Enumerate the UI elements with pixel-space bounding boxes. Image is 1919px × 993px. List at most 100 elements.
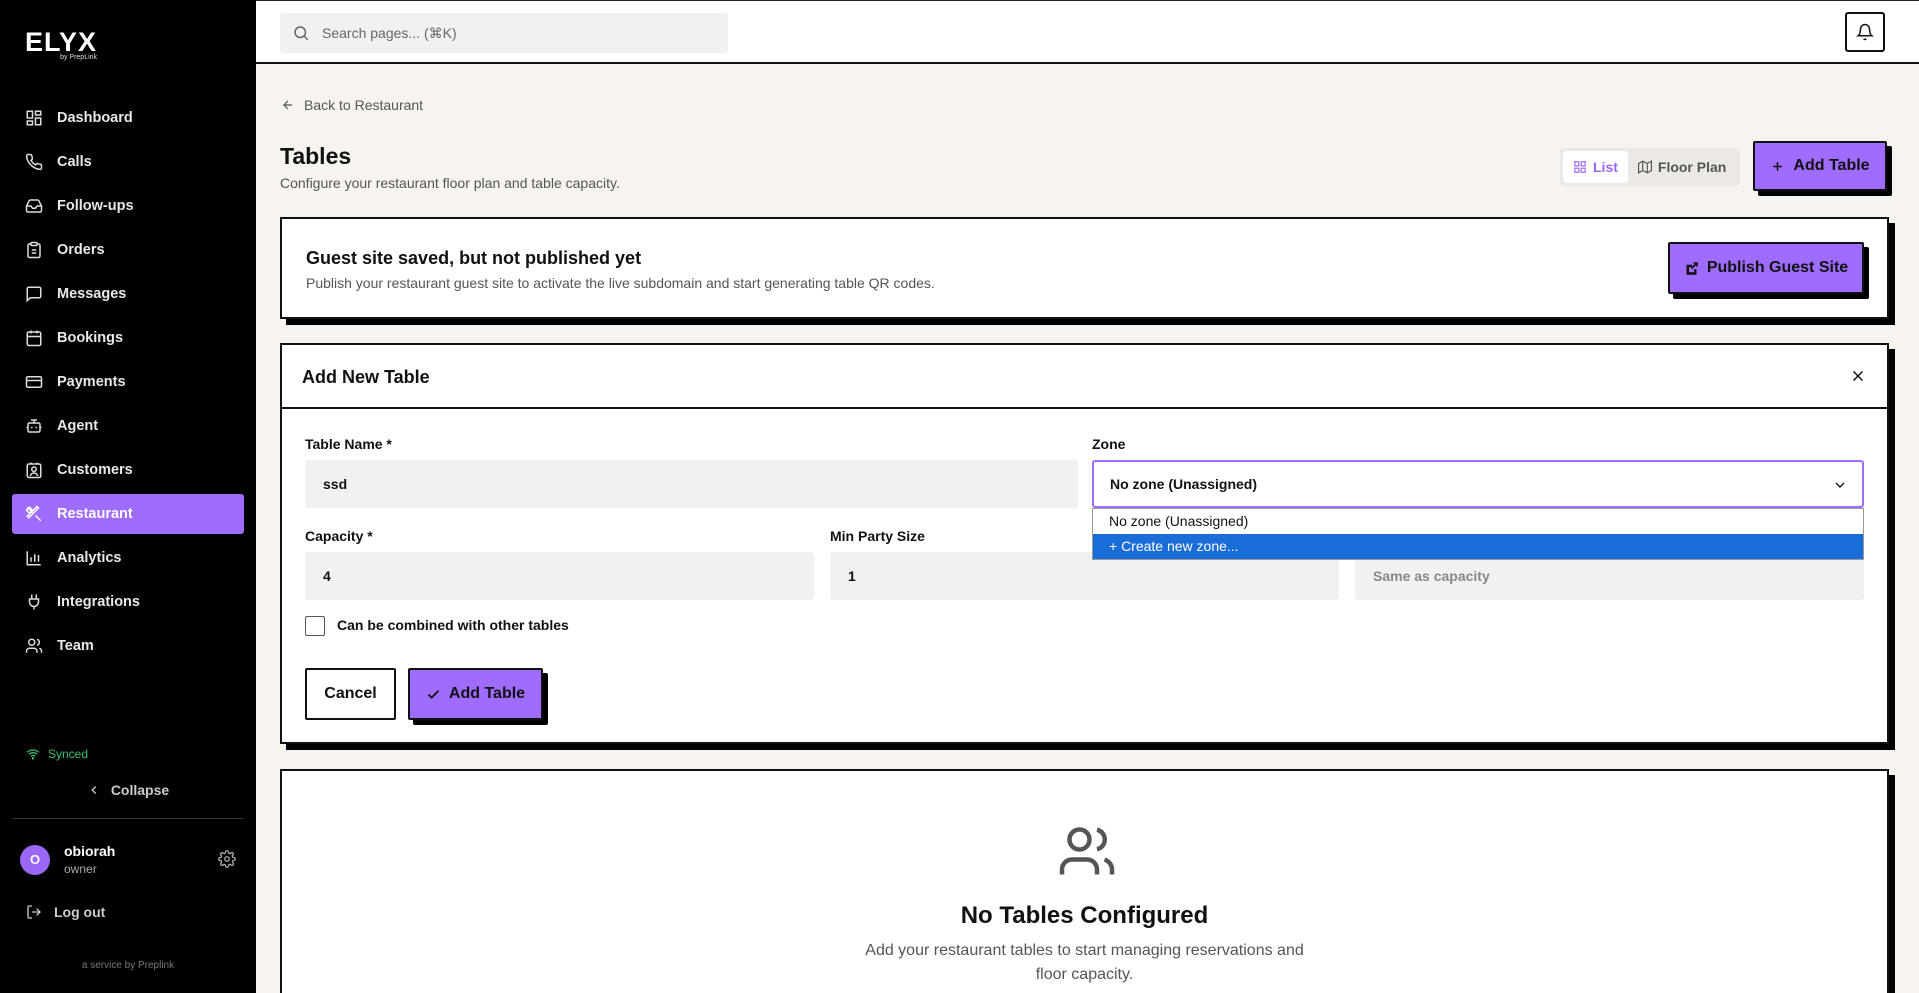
sidebar-nav: Dashboard Calls Follow-ups Orders Messag… bbox=[12, 98, 244, 670]
map-icon bbox=[1637, 160, 1652, 174]
external-link-icon bbox=[1684, 261, 1699, 276]
sidebar-item-label: Team bbox=[57, 638, 94, 654]
empty-state-card: No Tables Configured Add your restaurant… bbox=[280, 769, 1889, 993]
search-icon bbox=[292, 24, 310, 42]
utensils-icon bbox=[25, 505, 43, 523]
sidebar-item-label: Restaurant bbox=[57, 506, 133, 522]
sidebar-item-label: Analytics bbox=[57, 550, 122, 566]
collapse-label: Collapse bbox=[110, 782, 170, 798]
sidebar-item-customers[interactable]: Customers bbox=[12, 450, 244, 490]
logout-label: Log out bbox=[54, 904, 106, 920]
chevron-left-icon bbox=[87, 783, 101, 797]
sidebar-item-follow-ups[interactable]: Follow-ups bbox=[12, 186, 244, 226]
capacity-label: Capacity * bbox=[305, 528, 373, 544]
back-to-restaurant-link[interactable]: Back to Restaurant bbox=[281, 97, 423, 113]
sidebar-item-label: Follow-ups bbox=[57, 198, 134, 214]
publish-notice-card: Guest site saved, but not published yet … bbox=[280, 217, 1889, 319]
publish-guest-site-button[interactable]: Publish Guest Site bbox=[1668, 242, 1864, 294]
notifications-button[interactable] bbox=[1845, 12, 1885, 52]
sidebar-item-calls[interactable]: Calls bbox=[12, 142, 244, 182]
back-label: Back to Restaurant bbox=[304, 97, 424, 113]
search-input[interactable] bbox=[322, 25, 702, 41]
gear-icon[interactable] bbox=[218, 850, 236, 868]
sidebar-item-label: Dashboard bbox=[57, 110, 133, 126]
sync-status: Synced bbox=[26, 747, 88, 761]
sidebar-item-bookings[interactable]: Bookings bbox=[12, 318, 244, 358]
submit-add-table-button[interactable]: Add Table bbox=[408, 668, 543, 720]
sidebar-item-integrations[interactable]: Integrations bbox=[12, 582, 244, 622]
plus-icon bbox=[1770, 159, 1785, 174]
sidebar-item-orders[interactable]: Orders bbox=[12, 230, 244, 270]
zone-dropdown: No zone (Unassigned) + Create new zone..… bbox=[1092, 508, 1864, 560]
add-table-button[interactable]: Add Table bbox=[1753, 141, 1887, 191]
zone-option[interactable]: No zone (Unassigned) bbox=[1093, 509, 1863, 534]
chevron-down-icon bbox=[1832, 477, 1848, 493]
user-info: obiorah owner bbox=[64, 843, 115, 876]
cancel-button[interactable]: Cancel bbox=[305, 668, 396, 720]
grid-icon bbox=[1573, 160, 1587, 174]
zone-label: Zone bbox=[1092, 436, 1126, 452]
check-icon bbox=[426, 687, 441, 702]
sidebar-item-team[interactable]: Team bbox=[12, 626, 244, 666]
form-title: Add New Table bbox=[302, 367, 430, 387]
calendar-icon bbox=[25, 329, 43, 347]
capacity-input[interactable] bbox=[305, 552, 814, 600]
user-role: owner bbox=[64, 862, 97, 876]
search-box[interactable] bbox=[280, 13, 728, 53]
sidebar-item-messages[interactable]: Messages bbox=[12, 274, 244, 314]
sidebar-item-restaurant[interactable]: Restaurant bbox=[12, 494, 244, 534]
sidebar-item-label: Bookings bbox=[57, 330, 124, 346]
contact-icon bbox=[25, 461, 43, 479]
table-name-input[interactable] bbox=[305, 460, 1078, 508]
sidebar-item-label: Orders bbox=[57, 242, 105, 258]
form-header: Add New Table bbox=[282, 345, 1887, 409]
close-icon[interactable] bbox=[1849, 367, 1867, 385]
dashboard-icon bbox=[25, 109, 43, 127]
page-title: Tables bbox=[280, 143, 352, 169]
logo-text: ELYX bbox=[25, 27, 98, 57]
bar-chart-icon bbox=[25, 549, 43, 567]
sidebar-item-analytics[interactable]: Analytics bbox=[12, 538, 244, 578]
notice-title: Guest site saved, but not published yet bbox=[306, 248, 642, 268]
zone-option-create[interactable]: + Create new zone... bbox=[1093, 534, 1863, 559]
users-icon bbox=[25, 637, 43, 655]
log-out-icon bbox=[26, 904, 42, 920]
publish-label: Publish Guest Site bbox=[1706, 259, 1849, 276]
elyx-logo[interactable]: ELYX by PrepLink bbox=[25, 28, 97, 61]
avatar[interactable]: O bbox=[20, 844, 50, 875]
sidebar-item-agent[interactable]: Agent bbox=[12, 406, 244, 446]
sidebar-item-label: Messages bbox=[57, 286, 127, 302]
view-toggle: List Floor Plan bbox=[1560, 148, 1740, 186]
sidebar: ELYX by PrepLink Dashboard Calls Follow-… bbox=[0, 0, 256, 993]
zone-select[interactable]: No zone (Unassigned) bbox=[1092, 460, 1864, 508]
user-name: obiorah bbox=[64, 843, 116, 859]
sidebar-item-label: Calls bbox=[57, 154, 92, 170]
add-table-label: Add Table bbox=[1793, 157, 1870, 174]
bot-icon bbox=[25, 417, 43, 435]
submit-label: Add Table bbox=[448, 685, 526, 702]
credit-card-icon bbox=[25, 373, 43, 391]
zone-selected-value: No zone (Unassigned) bbox=[1110, 476, 1258, 492]
view-list-button[interactable]: List bbox=[1563, 151, 1628, 183]
empty-title: No Tables Configured bbox=[960, 902, 1209, 929]
clipboard-icon bbox=[25, 241, 43, 259]
view-list-label: List bbox=[1593, 159, 1618, 175]
view-floor-plan-label: Floor Plan bbox=[1657, 159, 1727, 175]
sidebar-item-dashboard[interactable]: Dashboard bbox=[12, 98, 244, 138]
bell-icon bbox=[1856, 23, 1874, 41]
sidebar-item-payments[interactable]: Payments bbox=[12, 362, 244, 402]
arrow-left-icon bbox=[281, 98, 295, 112]
service-note: a service by Preplink bbox=[81, 960, 175, 971]
wifi-icon bbox=[26, 747, 40, 761]
view-floor-plan-button[interactable]: Floor Plan bbox=[1628, 151, 1736, 183]
top-bar bbox=[256, 0, 1919, 64]
notice-text: Publish your restaurant guest site to ac… bbox=[306, 275, 935, 291]
phone-icon bbox=[25, 153, 43, 171]
collapse-button[interactable]: Collapse bbox=[0, 782, 256, 798]
sidebar-divider bbox=[12, 818, 244, 819]
message-icon bbox=[25, 285, 43, 303]
combine-label: Can be combined with other tables bbox=[337, 617, 569, 633]
combine-checkbox[interactable] bbox=[305, 616, 325, 636]
plug-icon bbox=[25, 593, 43, 611]
logout-button[interactable]: Log out bbox=[26, 904, 105, 920]
